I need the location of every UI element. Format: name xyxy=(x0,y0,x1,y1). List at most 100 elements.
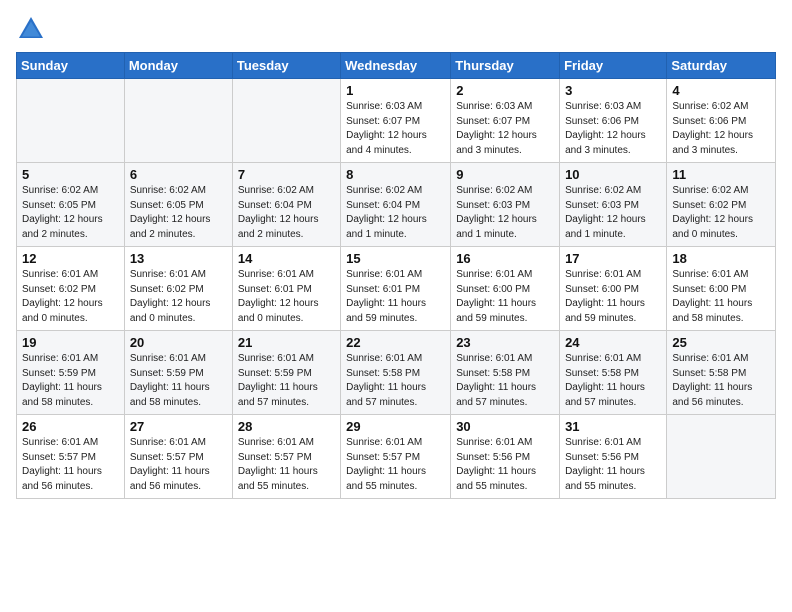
day-info: Sunrise: 6:01 AM Sunset: 6:02 PM Dayligh… xyxy=(130,268,227,326)
day-number: 30 xyxy=(456,419,554,434)
calendar-cell: 20 Sunrise: 6:01 AM Sunset: 5:59 PM Dayli… xyxy=(124,331,232,415)
weekday-header-row: SundayMondayTuesdayWednesdayThursdayFrid… xyxy=(17,53,776,79)
calendar-cell: 28 Sunrise: 6:01 AM Sunset: 5:57 PM Dayli… xyxy=(232,415,340,499)
day-number: 1 xyxy=(346,83,445,98)
day-info: Sunrise: 6:01 AM Sunset: 5:58 PM Dayligh… xyxy=(672,352,770,410)
weekday-header-wednesday: Wednesday xyxy=(341,53,451,79)
logo-icon xyxy=(16,14,46,44)
day-info: Sunrise: 6:01 AM Sunset: 5:57 PM Dayligh… xyxy=(238,436,335,494)
calendar-cell: 30 Sunrise: 6:01 AM Sunset: 5:56 PM Dayli… xyxy=(451,415,560,499)
calendar-cell: 2 Sunrise: 6:03 AM Sunset: 6:07 PM Daylig… xyxy=(451,79,560,163)
day-number: 9 xyxy=(456,167,554,182)
day-info: Sunrise: 6:01 AM Sunset: 5:56 PM Dayligh… xyxy=(456,436,554,494)
day-info: Sunrise: 6:01 AM Sunset: 5:57 PM Dayligh… xyxy=(346,436,445,494)
weekday-header-tuesday: Tuesday xyxy=(232,53,340,79)
calendar-cell: 12 Sunrise: 6:01 AM Sunset: 6:02 PM Dayli… xyxy=(17,247,125,331)
week-row-5: 26 Sunrise: 6:01 AM Sunset: 5:57 PM Dayli… xyxy=(17,415,776,499)
calendar-cell: 6 Sunrise: 6:02 AM Sunset: 6:05 PM Daylig… xyxy=(124,163,232,247)
day-number: 4 xyxy=(672,83,770,98)
day-number: 14 xyxy=(238,251,335,266)
day-number: 24 xyxy=(565,335,661,350)
day-number: 23 xyxy=(456,335,554,350)
calendar-cell xyxy=(667,415,776,499)
day-number: 26 xyxy=(22,419,119,434)
calendar-cell: 17Sunrise: 6:01 AM Sunset: 6:00 PM Dayli… xyxy=(560,247,667,331)
calendar-cell: 10 Sunrise: 6:02 AM Sunset: 6:03 PM Dayli… xyxy=(560,163,667,247)
day-number: 27 xyxy=(130,419,227,434)
day-number: 2 xyxy=(456,83,554,98)
day-info: Sunrise: 6:01 AM Sunset: 5:58 PM Dayligh… xyxy=(346,352,445,410)
calendar-cell: 9 Sunrise: 6:02 AM Sunset: 6:03 PM Daylig… xyxy=(451,163,560,247)
weekday-header-friday: Friday xyxy=(560,53,667,79)
calendar-cell: 14Sunrise: 6:01 AM Sunset: 6:01 PM Dayli… xyxy=(232,247,340,331)
day-number: 5 xyxy=(22,167,119,182)
day-info: Sunrise: 6:01 AM Sunset: 5:56 PM Dayligh… xyxy=(565,436,661,494)
day-number: 16 xyxy=(456,251,554,266)
calendar-cell: 24Sunrise: 6:01 AM Sunset: 5:58 PM Dayli… xyxy=(560,331,667,415)
day-info: Sunrise: 6:01 AM Sunset: 6:02 PM Dayligh… xyxy=(22,268,119,326)
day-info: Sunrise: 6:02 AM Sunset: 6:04 PM Dayligh… xyxy=(346,184,445,242)
day-number: 3 xyxy=(565,83,661,98)
day-info: Sunrise: 6:03 AM Sunset: 6:06 PM Dayligh… xyxy=(565,100,661,158)
calendar-table: SundayMondayTuesdayWednesdayThursdayFrid… xyxy=(16,52,776,499)
day-info: Sunrise: 6:02 AM Sunset: 6:06 PM Dayligh… xyxy=(672,100,770,158)
calendar-cell: 7Sunrise: 6:02 AM Sunset: 6:04 PM Daylig… xyxy=(232,163,340,247)
week-row-3: 12 Sunrise: 6:01 AM Sunset: 6:02 PM Dayli… xyxy=(17,247,776,331)
calendar-cell: 18Sunrise: 6:01 AM Sunset: 6:00 PM Dayli… xyxy=(667,247,776,331)
day-number: 6 xyxy=(130,167,227,182)
day-number: 15 xyxy=(346,251,445,266)
calendar-cell xyxy=(17,79,125,163)
day-info: Sunrise: 6:03 AM Sunset: 6:07 PM Dayligh… xyxy=(456,100,554,158)
week-row-1: 1 Sunrise: 6:03 AM Sunset: 6:07 PM Daylig… xyxy=(17,79,776,163)
day-info: Sunrise: 6:02 AM Sunset: 6:04 PM Dayligh… xyxy=(238,184,335,242)
calendar-cell: 21 Sunrise: 6:01 AM Sunset: 5:59 PM Dayli… xyxy=(232,331,340,415)
calendar-cell: 19Sunrise: 6:01 AM Sunset: 5:59 PM Dayli… xyxy=(17,331,125,415)
day-number: 11 xyxy=(672,167,770,182)
calendar-cell: 13 Sunrise: 6:01 AM Sunset: 6:02 PM Dayli… xyxy=(124,247,232,331)
calendar-cell xyxy=(124,79,232,163)
weekday-header-monday: Monday xyxy=(124,53,232,79)
day-info: Sunrise: 6:01 AM Sunset: 6:01 PM Dayligh… xyxy=(346,268,445,326)
day-number: 12 xyxy=(22,251,119,266)
calendar-cell: 26Sunrise: 6:01 AM Sunset: 5:57 PM Dayli… xyxy=(17,415,125,499)
day-info: Sunrise: 6:02 AM Sunset: 6:03 PM Dayligh… xyxy=(565,184,661,242)
calendar-cell: 8 Sunrise: 6:02 AM Sunset: 6:04 PM Daylig… xyxy=(341,163,451,247)
logo xyxy=(16,14,50,44)
page: SundayMondayTuesdayWednesdayThursdayFrid… xyxy=(0,0,792,515)
day-info: Sunrise: 6:01 AM Sunset: 6:00 PM Dayligh… xyxy=(456,268,554,326)
day-info: Sunrise: 6:02 AM Sunset: 6:03 PM Dayligh… xyxy=(456,184,554,242)
day-info: Sunrise: 6:01 AM Sunset: 5:58 PM Dayligh… xyxy=(456,352,554,410)
header xyxy=(16,10,776,44)
day-number: 20 xyxy=(130,335,227,350)
weekday-header-sunday: Sunday xyxy=(17,53,125,79)
day-number: 22 xyxy=(346,335,445,350)
day-number: 31 xyxy=(565,419,661,434)
day-number: 18 xyxy=(672,251,770,266)
calendar-cell: 25 Sunrise: 6:01 AM Sunset: 5:58 PM Dayli… xyxy=(667,331,776,415)
day-number: 28 xyxy=(238,419,335,434)
day-number: 8 xyxy=(346,167,445,182)
calendar-cell: 5 Sunrise: 6:02 AM Sunset: 6:05 PM Daylig… xyxy=(17,163,125,247)
day-info: Sunrise: 6:02 AM Sunset: 6:05 PM Dayligh… xyxy=(130,184,227,242)
weekday-header-saturday: Saturday xyxy=(667,53,776,79)
day-info: Sunrise: 6:01 AM Sunset: 5:59 PM Dayligh… xyxy=(130,352,227,410)
calendar-cell: 22 Sunrise: 6:01 AM Sunset: 5:58 PM Dayli… xyxy=(341,331,451,415)
day-number: 21 xyxy=(238,335,335,350)
day-number: 19 xyxy=(22,335,119,350)
day-number: 25 xyxy=(672,335,770,350)
weekday-header-thursday: Thursday xyxy=(451,53,560,79)
calendar-cell: 31 Sunrise: 6:01 AM Sunset: 5:56 PM Dayli… xyxy=(560,415,667,499)
calendar-cell: 15 Sunrise: 6:01 AM Sunset: 6:01 PM Dayli… xyxy=(341,247,451,331)
calendar-cell: 23 Sunrise: 6:01 AM Sunset: 5:58 PM Dayli… xyxy=(451,331,560,415)
calendar-cell xyxy=(232,79,340,163)
day-info: Sunrise: 6:02 AM Sunset: 6:05 PM Dayligh… xyxy=(22,184,119,242)
week-row-2: 5 Sunrise: 6:02 AM Sunset: 6:05 PM Daylig… xyxy=(17,163,776,247)
day-number: 29 xyxy=(346,419,445,434)
day-info: Sunrise: 6:01 AM Sunset: 5:59 PM Dayligh… xyxy=(238,352,335,410)
calendar-cell: 29 Sunrise: 6:01 AM Sunset: 5:57 PM Dayli… xyxy=(341,415,451,499)
day-number: 10 xyxy=(565,167,661,182)
day-number: 13 xyxy=(130,251,227,266)
day-info: Sunrise: 6:02 AM Sunset: 6:02 PM Dayligh… xyxy=(672,184,770,242)
day-number: 17 xyxy=(565,251,661,266)
day-info: Sunrise: 6:01 AM Sunset: 5:57 PM Dayligh… xyxy=(130,436,227,494)
